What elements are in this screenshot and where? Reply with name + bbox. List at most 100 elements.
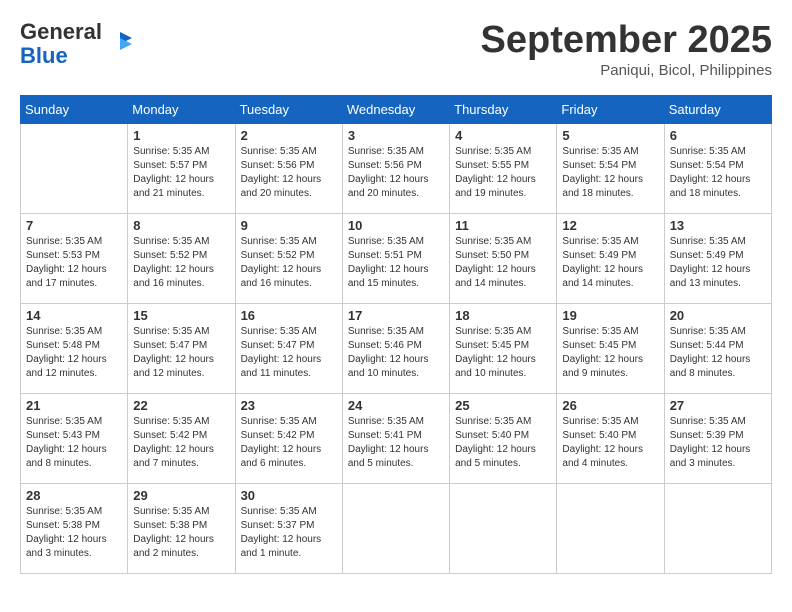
column-header-friday: Friday [557, 95, 664, 123]
day-info: Sunrise: 5:35 AM Sunset: 5:54 PM Dayligh… [562, 145, 658, 201]
day-number: 25 [455, 398, 551, 413]
day-info: Sunrise: 5:35 AM Sunset: 5:37 PM Dayligh… [241, 505, 337, 561]
day-number: 5 [562, 128, 658, 143]
calendar-cell: 29 Sunrise: 5:35 AM Sunset: 5:38 PM Dayli… [128, 483, 235, 573]
column-header-monday: Monday [128, 95, 235, 123]
calendar-cell: 25Sunrise: 5:35 AM Sunset: 5:40 PM Dayli… [450, 393, 557, 483]
calendar-cell: 22 Sunrise: 5:35 AM Sunset: 5:42 PM Dayli… [128, 393, 235, 483]
logo-flag-icon [106, 30, 134, 58]
week-row-3: 14 Sunrise: 5:35 AM Sunset: 5:48 PM Dayli… [21, 303, 772, 393]
day-info: Sunrise: 5:35 AM Sunset: 5:38 PM Dayligh… [26, 505, 122, 561]
calendar-cell [664, 483, 771, 573]
calendar-cell: 27Sunrise: 5:35 AM Sunset: 5:39 PM Dayli… [664, 393, 771, 483]
day-info: Sunrise: 5:35 AM Sunset: 5:44 PM Dayligh… [670, 325, 766, 381]
calendar-cell: 6 Sunrise: 5:35 AM Sunset: 5:54 PM Daylig… [664, 123, 771, 213]
day-number: 13 [670, 218, 766, 233]
day-number: 21 [26, 398, 122, 413]
day-number: 14 [26, 308, 122, 323]
day-info: Sunrise: 5:35 AM Sunset: 5:42 PM Dayligh… [133, 415, 229, 471]
calendar-table: SundayMondayTuesdayWednesdayThursdayFrid… [20, 95, 772, 574]
calendar-cell: 1Sunrise: 5:35 AM Sunset: 5:57 PM Daylig… [128, 123, 235, 213]
calendar-cell: 4Sunrise: 5:35 AM Sunset: 5:55 PM Daylig… [450, 123, 557, 213]
day-info: Sunrise: 5:35 AM Sunset: 5:53 PM Dayligh… [26, 235, 122, 291]
week-row-4: 21 Sunrise: 5:35 AM Sunset: 5:43 PM Dayli… [21, 393, 772, 483]
day-number: 20 [670, 308, 766, 323]
day-number: 10 [348, 218, 444, 233]
calendar-cell: 9 Sunrise: 5:35 AM Sunset: 5:52 PM Daylig… [235, 213, 342, 303]
day-info: Sunrise: 5:35 AM Sunset: 5:46 PM Dayligh… [348, 325, 444, 381]
column-header-sunday: Sunday [21, 95, 128, 123]
calendar-cell: 5 Sunrise: 5:35 AM Sunset: 5:54 PM Daylig… [557, 123, 664, 213]
calendar-cell: 3Sunrise: 5:35 AM Sunset: 5:56 PM Daylig… [342, 123, 449, 213]
calendar-cell: 19Sunrise: 5:35 AM Sunset: 5:45 PM Dayli… [557, 303, 664, 393]
calendar-cell: 10 Sunrise: 5:35 AM Sunset: 5:51 PM Dayli… [342, 213, 449, 303]
day-number: 7 [26, 218, 122, 233]
calendar-cell: 14 Sunrise: 5:35 AM Sunset: 5:48 PM Dayli… [21, 303, 128, 393]
day-info: Sunrise: 5:35 AM Sunset: 5:51 PM Dayligh… [348, 235, 444, 291]
day-number: 16 [241, 308, 337, 323]
day-number: 19 [562, 308, 658, 323]
calendar-cell: 17Sunrise: 5:35 AM Sunset: 5:46 PM Dayli… [342, 303, 449, 393]
calendar-cell: 24Sunrise: 5:35 AM Sunset: 5:41 PM Dayli… [342, 393, 449, 483]
calendar-cell: 13 Sunrise: 5:35 AM Sunset: 5:49 PM Dayli… [664, 213, 771, 303]
day-number: 26 [562, 398, 658, 413]
calendar-cell: 2Sunrise: 5:35 AM Sunset: 5:56 PM Daylig… [235, 123, 342, 213]
day-number: 2 [241, 128, 337, 143]
calendar-cell: 7 Sunrise: 5:35 AM Sunset: 5:53 PM Daylig… [21, 213, 128, 303]
day-number: 22 [133, 398, 229, 413]
day-number: 12 [562, 218, 658, 233]
day-number: 4 [455, 128, 551, 143]
column-header-saturday: Saturday [664, 95, 771, 123]
calendar-cell: 15 Sunrise: 5:35 AM Sunset: 5:47 PM Dayli… [128, 303, 235, 393]
calendar-cell [450, 483, 557, 573]
day-number: 30 [241, 488, 337, 503]
day-info: Sunrise: 5:35 AM Sunset: 5:47 PM Dayligh… [133, 325, 229, 381]
week-row-5: 28 Sunrise: 5:35 AM Sunset: 5:38 PM Dayli… [21, 483, 772, 573]
day-info: Sunrise: 5:35 AM Sunset: 5:45 PM Dayligh… [455, 325, 551, 381]
day-info: Sunrise: 5:35 AM Sunset: 5:48 PM Dayligh… [26, 325, 122, 381]
day-info: Sunrise: 5:35 AM Sunset: 5:49 PM Dayligh… [670, 235, 766, 291]
logo: General Blue [20, 20, 134, 68]
day-number: 29 [133, 488, 229, 503]
calendar-cell: 30 Sunrise: 5:35 AM Sunset: 5:37 PM Dayli… [235, 483, 342, 573]
day-number: 6 [670, 128, 766, 143]
calendar-cell: 28 Sunrise: 5:35 AM Sunset: 5:38 PM Dayli… [21, 483, 128, 573]
day-number: 8 [133, 218, 229, 233]
day-info: Sunrise: 5:35 AM Sunset: 5:40 PM Dayligh… [562, 415, 658, 471]
day-info: Sunrise: 5:35 AM Sunset: 5:52 PM Dayligh… [133, 235, 229, 291]
calendar-cell: 8 Sunrise: 5:35 AM Sunset: 5:52 PM Daylig… [128, 213, 235, 303]
day-number: 9 [241, 218, 337, 233]
day-info: Sunrise: 5:35 AM Sunset: 5:41 PM Dayligh… [348, 415, 444, 471]
day-number: 18 [455, 308, 551, 323]
day-number: 28 [26, 488, 122, 503]
calendar-cell [21, 123, 128, 213]
calendar-header-row: SundayMondayTuesdayWednesdayThursdayFrid… [21, 95, 772, 123]
column-header-thursday: Thursday [450, 95, 557, 123]
month-title: September 2025 [481, 20, 773, 62]
day-info: Sunrise: 5:35 AM Sunset: 5:56 PM Dayligh… [348, 145, 444, 201]
day-info: Sunrise: 5:35 AM Sunset: 5:47 PM Dayligh… [241, 325, 337, 381]
calendar-cell: 26 Sunrise: 5:35 AM Sunset: 5:40 PM Dayli… [557, 393, 664, 483]
logo-general-text: General [20, 19, 102, 44]
week-row-2: 7 Sunrise: 5:35 AM Sunset: 5:53 PM Daylig… [21, 213, 772, 303]
page-header: General Blue September 2025 Paniqui, Bic… [20, 20, 772, 79]
day-info: Sunrise: 5:35 AM Sunset: 5:54 PM Dayligh… [670, 145, 766, 201]
day-number: 11 [455, 218, 551, 233]
day-info: Sunrise: 5:35 AM Sunset: 5:38 PM Dayligh… [133, 505, 229, 561]
day-number: 15 [133, 308, 229, 323]
title-block: September 2025 Paniqui, Bicol, Philippin… [481, 20, 773, 79]
calendar-cell [557, 483, 664, 573]
day-info: Sunrise: 5:35 AM Sunset: 5:52 PM Dayligh… [241, 235, 337, 291]
calendar-cell: 18 Sunrise: 5:35 AM Sunset: 5:45 PM Dayli… [450, 303, 557, 393]
day-info: Sunrise: 5:35 AM Sunset: 5:39 PM Dayligh… [670, 415, 766, 471]
location-subtitle: Paniqui, Bicol, Philippines [481, 62, 773, 79]
day-info: Sunrise: 5:35 AM Sunset: 5:43 PM Dayligh… [26, 415, 122, 471]
day-info: Sunrise: 5:35 AM Sunset: 5:57 PM Dayligh… [133, 145, 229, 201]
calendar-cell [342, 483, 449, 573]
week-row-1: 1Sunrise: 5:35 AM Sunset: 5:57 PM Daylig… [21, 123, 772, 213]
day-info: Sunrise: 5:35 AM Sunset: 5:42 PM Dayligh… [241, 415, 337, 471]
day-info: Sunrise: 5:35 AM Sunset: 5:49 PM Dayligh… [562, 235, 658, 291]
calendar-cell: 21 Sunrise: 5:35 AM Sunset: 5:43 PM Dayli… [21, 393, 128, 483]
calendar-cell: 23Sunrise: 5:35 AM Sunset: 5:42 PM Dayli… [235, 393, 342, 483]
calendar-cell: 16 Sunrise: 5:35 AM Sunset: 5:47 PM Dayli… [235, 303, 342, 393]
